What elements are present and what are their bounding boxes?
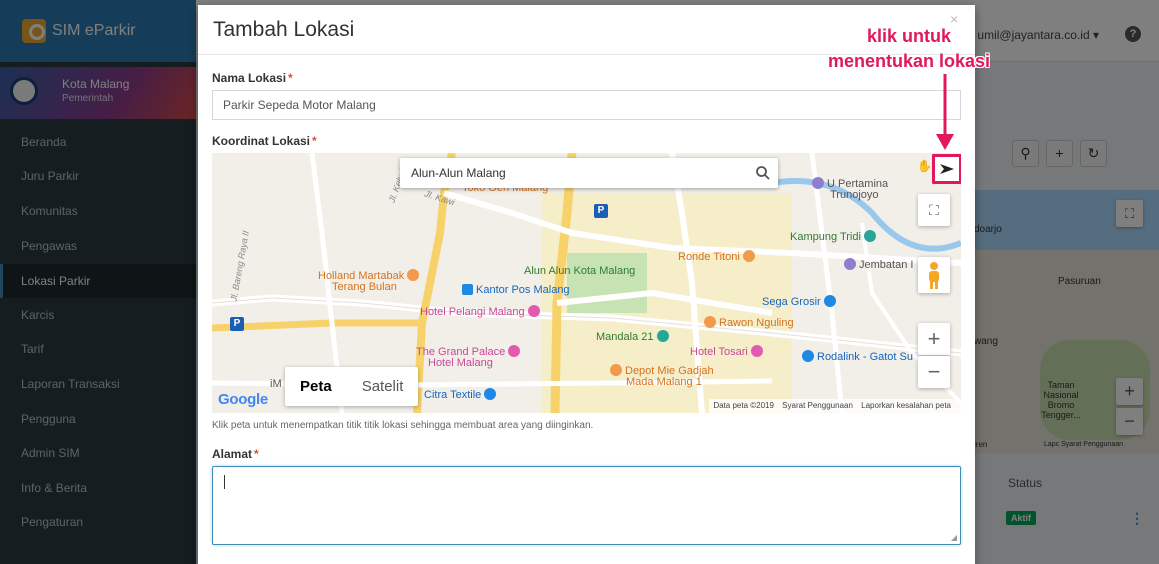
parking-icon[interactable]: P: [594, 204, 608, 218]
search-icon[interactable]: [754, 164, 772, 182]
map-help-text: Klik peta untuk menempatkan titik titik …: [212, 420, 594, 431]
map-type-satellite-button[interactable]: Satelit: [347, 367, 419, 406]
map-type-map-button[interactable]: Peta: [285, 367, 347, 406]
camera-icon: [864, 230, 876, 242]
required-mark: *: [288, 71, 293, 85]
draw-location-button[interactable]: [932, 154, 961, 184]
restaurant-icon: [742, 250, 755, 262]
location-name-label-text: Nama Lokasi: [212, 71, 287, 85]
modal-title: Tambah Lokasi: [213, 18, 355, 41]
map-poi-label: Kantor Pos Malang: [476, 284, 570, 296]
google-logo: Google: [218, 391, 268, 408]
map-poi[interactable]: Kantor Pos Malang: [462, 284, 570, 296]
add-location-modal: Tambah Lokasi × Nama Lokasi* Koordinat L…: [198, 5, 975, 564]
map-poi[interactable]: Rodalink - Gatot Su: [802, 350, 913, 363]
map-footer: Data peta ©2019 Syarat Penggunaan Lapork…: [709, 399, 961, 413]
map-poi-label: Ronde Titoni: [678, 251, 740, 263]
hotel-icon: [508, 345, 521, 357]
map-poi[interactable]: Hotel Malang: [428, 357, 493, 369]
map-poi[interactable]: Ronde Titoni: [678, 250, 758, 263]
map-report-link[interactable]: Laporkan kesalahan peta: [861, 401, 951, 410]
map-poi[interactable]: Mandala 21: [596, 330, 672, 343]
map-poi-label: Hotel Pelangi Malang: [420, 306, 525, 318]
fullscreen-icon[interactable]: ⛶: [918, 194, 950, 226]
map-poi[interactable]: Hotel Tosari: [690, 345, 766, 358]
annotation-line-2: menentukan lokasi: [828, 51, 991, 71]
restaurant-icon: [610, 364, 622, 376]
map-poi-label: Rawon Nguling: [719, 317, 794, 329]
map-search-box: [400, 158, 778, 188]
shop-icon: [823, 295, 836, 307]
map-poi[interactable]: Trunojoyo: [830, 189, 879, 201]
street-view-pegman-icon[interactable]: [918, 257, 950, 293]
hotel-icon: [750, 345, 763, 357]
location-name-label: Nama Lokasi *: [212, 71, 293, 85]
address-label-text: Alamat: [212, 447, 253, 461]
annotation-callout: klik untuk menentukan lokasi: [828, 24, 990, 74]
map-poi[interactable]: Kampung Tridi: [790, 230, 879, 243]
map-search-input[interactable]: [400, 158, 740, 188]
address-label: Alamat *: [212, 447, 259, 461]
parking-icon[interactable]: P: [230, 317, 244, 331]
shop-icon: [802, 350, 814, 362]
address-textarea[interactable]: ◢: [212, 466, 961, 545]
required-mark: *: [312, 134, 317, 148]
annotation-line-1: klik untuk: [867, 26, 952, 46]
pegman-figure: [929, 262, 939, 289]
map-poi[interactable]: Alun Alun Kota Malang: [524, 265, 635, 277]
map-poi: iM: [270, 378, 282, 390]
map-type-control: Peta Satelit: [285, 367, 419, 406]
resize-grip-icon[interactable]: ◢: [951, 533, 957, 542]
map-poi[interactable]: Jembatan I: [844, 258, 913, 271]
hotel-icon: [527, 305, 540, 317]
map-poi-label: Sega Grosir: [762, 296, 821, 308]
coordinate-label: Koordinat Lokasi *: [212, 134, 317, 148]
location-map[interactable]: U Pertamina Trunojoyo Toko Oen Malang Ka…: [212, 153, 961, 413]
restaurant-icon: [407, 269, 420, 281]
map-poi-label: Hotel Tosari: [690, 346, 748, 358]
map-poi-label: Kampung Tridi: [790, 231, 861, 243]
map-poi-label: Mandala 21: [596, 331, 654, 343]
map-poi[interactable]: Mada Malang 1: [626, 376, 702, 388]
map-poi-label: Citra Textile: [424, 389, 482, 401]
draw-polygon-icon: [940, 164, 954, 174]
map-poi[interactable]: Rawon Nguling: [704, 316, 794, 329]
map-data-credit: Data peta ©2019: [713, 401, 774, 410]
map-poi[interactable]: Sega Grosir: [762, 295, 839, 308]
map-poi[interactable]: Terang Bulan: [332, 281, 397, 293]
annotation-arrow-icon: [936, 74, 954, 150]
map-terms-link[interactable]: Syarat Penggunaan: [782, 401, 853, 410]
landmark-icon: [844, 258, 856, 270]
restaurant-icon: [704, 316, 716, 328]
map-poi[interactable]: Citra Textile: [424, 388, 499, 401]
zoom-in-icon[interactable]: +: [918, 323, 950, 355]
location-name-input[interactable]: [212, 90, 961, 120]
text-caret: [224, 475, 225, 489]
zoom-out-icon[interactable]: −: [918, 356, 950, 388]
coordinate-label-text: Koordinat Lokasi: [212, 134, 311, 148]
map-poi-label: Jembatan I: [859, 259, 914, 271]
shop-icon: [484, 388, 497, 400]
fuel-icon: [812, 177, 824, 189]
required-mark: *: [254, 447, 259, 461]
map-poi[interactable]: Hotel Pelangi Malang: [420, 305, 543, 318]
cinema-icon: [656, 330, 669, 342]
map-poi-label: Rodalink - Gatot Su: [817, 351, 913, 363]
pan-hand-icon[interactable]: ✋: [917, 159, 932, 173]
post-office-icon: [462, 284, 473, 295]
